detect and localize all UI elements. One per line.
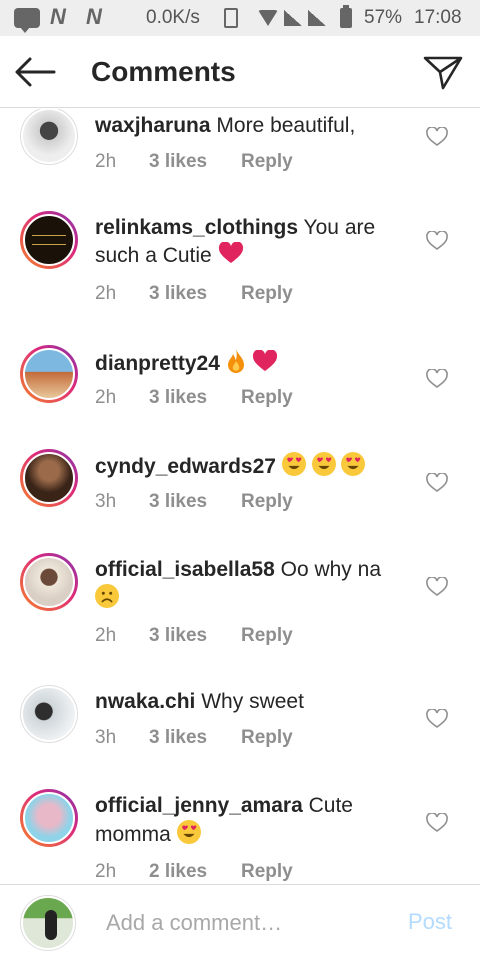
comment-composer: Post xyxy=(0,884,480,960)
share-button[interactable] xyxy=(420,50,466,94)
comment-username[interactable]: nwaka.chi xyxy=(95,690,195,713)
current-user-avatar xyxy=(20,895,76,951)
reply-button[interactable]: Reply xyxy=(241,387,293,409)
reply-button[interactable]: Reply xyxy=(241,151,293,173)
chat-icon xyxy=(14,8,40,33)
likes-count[interactable]: 3 likes xyxy=(149,727,207,749)
comment-text: Oo why na xyxy=(280,558,381,581)
post-button[interactable]: Post xyxy=(408,909,452,935)
reply-button[interactable]: Reply xyxy=(241,491,293,513)
likes-count[interactable]: 3 likes xyxy=(149,151,207,173)
comment-text: More beautiful, xyxy=(216,114,356,137)
comment-list: waxjharuna More beautiful, 2h 3 likes Re… xyxy=(0,109,480,884)
comment-text: Why sweet xyxy=(201,690,304,713)
vibrate-icon xyxy=(224,8,238,28)
heart-outline-icon[interactable] xyxy=(426,709,448,729)
heart-eyes-emoji xyxy=(281,452,306,476)
comment-time: 2h xyxy=(95,861,117,882)
heart-outline-icon[interactable] xyxy=(426,813,448,833)
heart-eyes-emoji xyxy=(311,452,336,476)
comment-time: 2h xyxy=(95,283,117,304)
red-heart-emoji xyxy=(252,350,277,371)
signal-icon xyxy=(308,10,326,26)
header: Comments xyxy=(0,36,480,108)
likes-count[interactable]: 3 likes xyxy=(149,387,207,409)
avatar[interactable] xyxy=(20,109,78,165)
heart-outline-icon[interactable] xyxy=(426,473,448,493)
logo xyxy=(32,235,66,245)
fire-emoji xyxy=(227,349,244,373)
comment-username[interactable]: waxjharuna xyxy=(95,114,211,137)
likes-count[interactable]: 2 likes xyxy=(149,861,207,883)
heart-outline-icon[interactable] xyxy=(426,231,448,251)
comment-time: 2h xyxy=(95,387,117,408)
avatar[interactable] xyxy=(20,685,78,743)
heart-outline-icon[interactable] xyxy=(426,127,448,147)
avatar[interactable] xyxy=(20,211,78,269)
reply-button[interactable]: Reply xyxy=(241,283,293,305)
comment-time: 3h xyxy=(95,491,117,512)
status-bar: N N 0.0K/s 57% 17:08 xyxy=(0,0,480,36)
comment-username[interactable]: official_jenny_amara xyxy=(95,794,303,817)
comment-time: 2h xyxy=(95,625,117,646)
heart-eyes-emoji xyxy=(176,820,201,844)
arrow-left-icon xyxy=(15,57,56,87)
heart-eyes-emoji xyxy=(341,452,366,476)
wifi-icon xyxy=(258,10,278,26)
avatar[interactable] xyxy=(20,789,78,847)
reply-button[interactable]: Reply xyxy=(241,625,293,647)
heart-outline-icon[interactable] xyxy=(426,369,448,389)
comment-input[interactable] xyxy=(106,907,386,939)
avatar[interactable] xyxy=(20,345,78,403)
reply-button[interactable]: Reply xyxy=(241,861,293,883)
battery-percent: 57% xyxy=(364,7,403,28)
comment-username[interactable]: official_isabella58 xyxy=(95,558,275,581)
n-notification-icon: N xyxy=(50,4,66,29)
back-button[interactable] xyxy=(12,52,58,92)
battery-icon xyxy=(340,5,352,28)
likes-count[interactable]: 3 likes xyxy=(149,283,207,305)
comment-username[interactable]: dianpretty24 xyxy=(95,352,220,375)
comment-time: 2h xyxy=(95,151,117,172)
likes-count[interactable]: 3 likes xyxy=(149,625,207,647)
frowning-face-emoji xyxy=(95,584,119,608)
paper-plane-icon xyxy=(423,56,463,90)
signal-icon xyxy=(284,10,302,26)
n-notification-icon: N xyxy=(86,4,102,29)
likes-count[interactable]: 3 likes xyxy=(149,491,207,513)
page-title: Comments xyxy=(91,56,236,87)
comment-username[interactable]: relinkams_clothings xyxy=(95,216,298,239)
avatar[interactable] xyxy=(20,449,78,507)
comment-username[interactable]: cyndy_edwards27 xyxy=(95,455,276,478)
comment-time: 3h xyxy=(95,727,117,748)
heart-outline-icon[interactable] xyxy=(426,577,448,597)
red-heart-emoji xyxy=(218,242,243,263)
reply-button[interactable]: Reply xyxy=(241,727,293,749)
clock: 17:08 xyxy=(414,7,462,28)
network-speed: 0.0K/s xyxy=(146,7,200,28)
avatar[interactable] xyxy=(20,553,78,611)
